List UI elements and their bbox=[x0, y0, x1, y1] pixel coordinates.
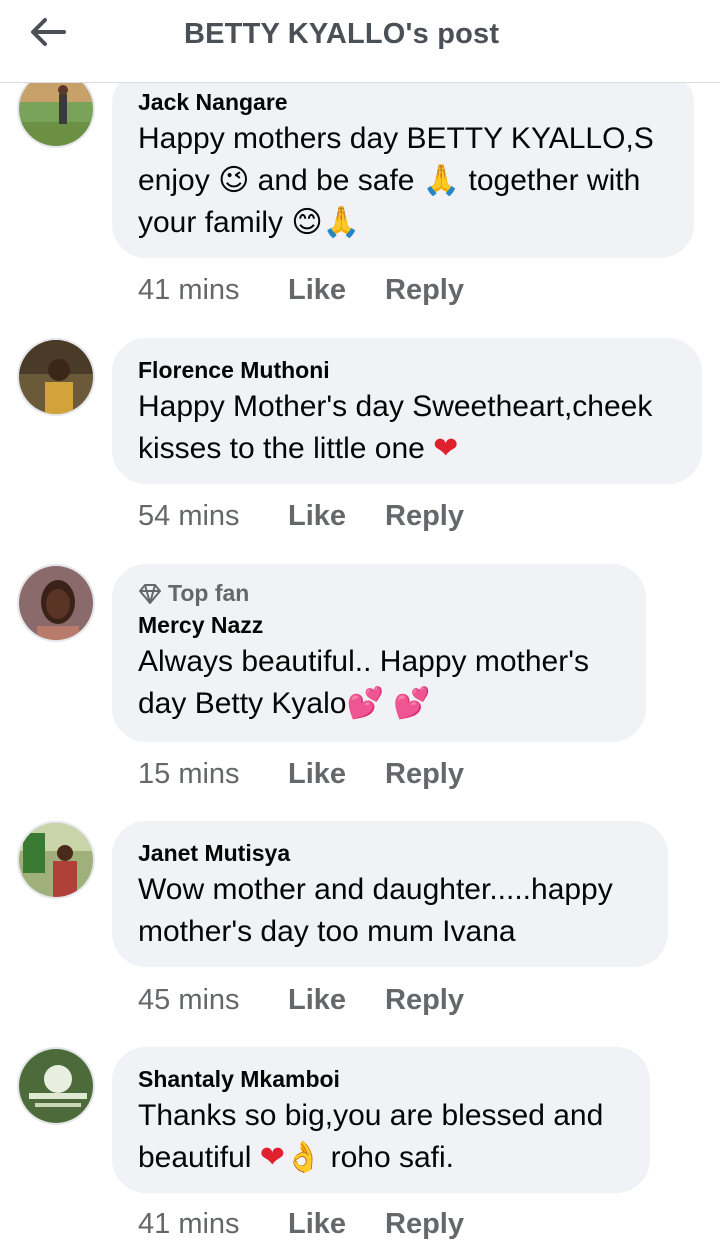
comment-text: Always beautiful.. Happy mother's day Be… bbox=[138, 645, 589, 721]
reply-button[interactable]: Reply bbox=[385, 758, 464, 791]
comment-bubble: Shantaly Mkamboi Thanks so big,you are b… bbox=[112, 1047, 650, 1193]
comment-bubble: Janet Mutisya Wow mother and daughter...… bbox=[112, 821, 668, 967]
like-button[interactable]: Like bbox=[288, 500, 385, 533]
avatar[interactable] bbox=[17, 1047, 95, 1125]
comment-author[interactable]: Mercy Nazz bbox=[138, 611, 620, 639]
top-bar: BETTY KYALLO's post bbox=[0, 0, 720, 83]
reply-button[interactable]: Reply bbox=[385, 274, 464, 307]
pray-emoji-icon: 🙏 bbox=[422, 163, 461, 198]
avatar[interactable] bbox=[17, 338, 95, 416]
two-hearts-emoji-icon: 💕 💕 bbox=[346, 686, 431, 721]
like-button[interactable]: Like bbox=[288, 274, 385, 307]
comment-time[interactable]: 41 mins bbox=[138, 1208, 288, 1241]
comment-text: Thanks so big,you are blessed and beauti… bbox=[138, 1099, 604, 1175]
comment-actions: 41 mins Like Reply bbox=[138, 1208, 464, 1241]
comment-actions: 41 mins Like Reply bbox=[138, 274, 464, 307]
like-button[interactable]: Like bbox=[288, 758, 385, 791]
comment-author[interactable]: Janet Mutisya bbox=[138, 839, 642, 867]
diamond-icon bbox=[139, 583, 161, 604]
comment-author[interactable]: Shantaly Mkamboi bbox=[138, 1065, 624, 1093]
smile-pray-emoji-icon: 😊🙏 bbox=[291, 205, 361, 240]
comment-time[interactable]: 54 mins bbox=[138, 500, 288, 533]
heart-emoji-icon: ❤ bbox=[259, 1140, 285, 1175]
avatar[interactable] bbox=[17, 564, 95, 642]
comment-time[interactable]: 45 mins bbox=[138, 984, 288, 1017]
like-button[interactable]: Like bbox=[288, 984, 385, 1017]
reply-button[interactable]: Reply bbox=[385, 500, 464, 533]
avatar[interactable] bbox=[17, 821, 95, 899]
comment-time[interactable]: 15 mins bbox=[138, 758, 288, 791]
back-button[interactable] bbox=[28, 14, 68, 50]
top-fan-badge: Top fan bbox=[138, 580, 620, 607]
comment-time[interactable]: 41 mins bbox=[138, 274, 288, 307]
comment-bubble: Florence Muthoni Happy Mother's day Swee… bbox=[112, 338, 702, 484]
comment-text: Happy Mother's day Sweetheart,cheek kiss… bbox=[138, 390, 653, 466]
like-button[interactable]: Like bbox=[288, 1208, 385, 1241]
comment-text: Wow mother and daughter.....happy mother… bbox=[138, 873, 613, 948]
reply-button[interactable]: Reply bbox=[385, 984, 464, 1017]
back-arrow-icon bbox=[31, 18, 66, 46]
heart-emoji-icon: ❤ bbox=[433, 431, 459, 466]
comments-feed: Jack Nangare Happy mothers day BETTY KYA… bbox=[0, 0, 720, 1240]
comment-actions: 45 mins Like Reply bbox=[138, 984, 464, 1017]
comment-actions: 15 mins Like Reply bbox=[138, 758, 464, 791]
comment-actions: 54 mins Like Reply bbox=[138, 500, 464, 533]
reply-button[interactable]: Reply bbox=[385, 1208, 464, 1241]
comment-text: Happy mothers day BETTY KYALLO,S enjoy 😉… bbox=[138, 122, 654, 240]
comment-bubble: Jack Nangare Happy mothers day BETTY KYA… bbox=[112, 70, 694, 258]
comment-author[interactable]: Jack Nangare bbox=[138, 88, 668, 116]
comment-bubble: Top fan Mercy Nazz Always beautiful.. Ha… bbox=[112, 564, 646, 742]
comment-author[interactable]: Florence Muthoni bbox=[138, 356, 676, 384]
ok-hand-emoji-icon: 👌 bbox=[284, 1140, 323, 1175]
wink-emoji-icon: 😉 bbox=[218, 163, 250, 198]
page-title: BETTY KYALLO's post bbox=[184, 18, 500, 50]
